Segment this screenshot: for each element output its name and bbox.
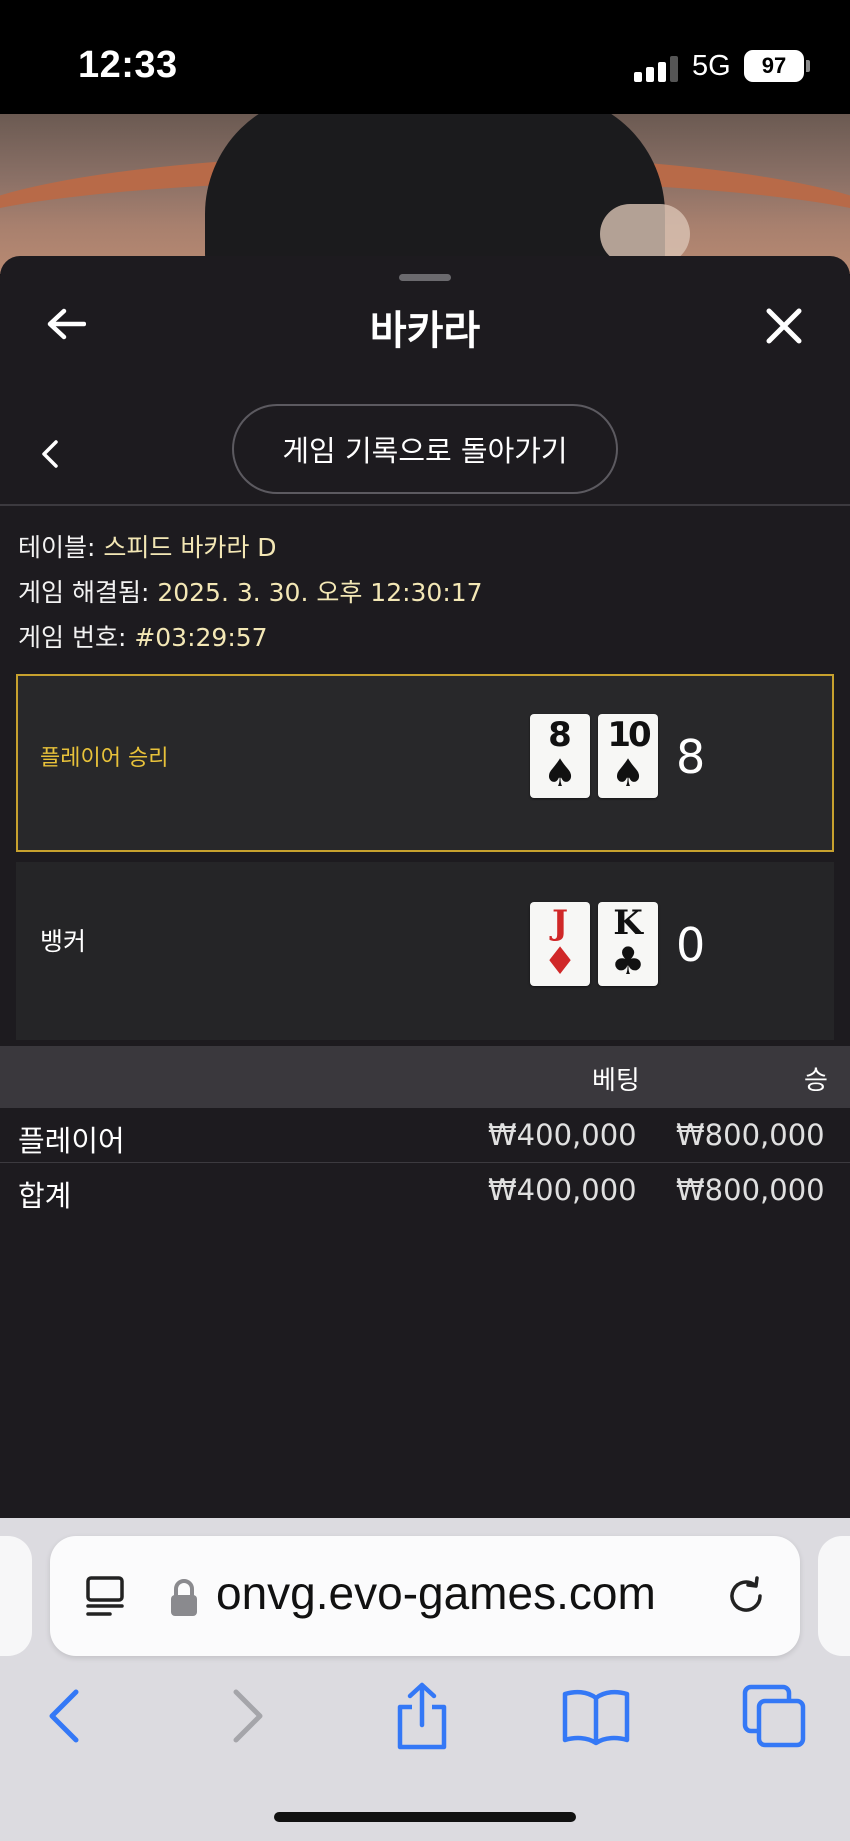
sheet-grabber[interactable] [399, 274, 451, 281]
player-result-label: 플레이어 승리 [40, 746, 169, 771]
page-title: 바카라 [369, 308, 481, 354]
banker-result: 뱅커 J ♦ K ♣ 0 [16, 862, 834, 1040]
home-indicator[interactable] [274, 1812, 576, 1822]
bet-column-header: 베팅 [592, 1066, 640, 1096]
address-bar[interactable]: onvg.evo-games.com [50, 1536, 800, 1656]
total-label: 합계 [18, 1179, 72, 1213]
spade-icon: ♠ [542, 751, 578, 795]
game-number-value: #03:29:57 [134, 623, 268, 652]
banker-result-label: 뱅커 [40, 927, 87, 956]
card-rank: 10 [607, 715, 651, 755]
back-to-history-button[interactable]: 게임 기록으로 돌아가기 [232, 404, 618, 494]
battery-tip [806, 60, 810, 72]
close-icon[interactable] [756, 298, 812, 354]
table-value: 스피드 바카라 D [103, 533, 277, 562]
player-card-1: 8 ♠ [530, 714, 590, 798]
banker-card-2: K ♣ [598, 902, 658, 986]
reload-icon[interactable] [720, 1570, 772, 1622]
player-card-2: 10 ♠ [598, 714, 658, 798]
player-score: 8 [676, 730, 706, 784]
bet-amount: ₩400,000 [488, 1118, 637, 1152]
url-text[interactable]: onvg.evo-games.com [216, 1566, 656, 1620]
resolved-info: 게임 해결됨: 2025. 3. 30. 오후 12:30:17 [18, 573, 483, 609]
table-label: 테이블: [18, 533, 96, 562]
bets-table-header: 베팅 승 [0, 1046, 850, 1108]
network-type: 5G [692, 50, 731, 82]
diamond-icon: ♦ [542, 939, 578, 983]
status-bar: 12:33 5G 97 [0, 0, 850, 114]
card-rank: K [613, 903, 643, 943]
banker-card-1: J ♦ [530, 902, 590, 986]
table-info: 테이블: 스피드 바카라 D [18, 528, 277, 564]
lock-icon [166, 1576, 202, 1620]
previous-tab-pill[interactable] [0, 1536, 32, 1656]
spade-icon: ♠ [610, 751, 646, 795]
card-rank: J [551, 903, 569, 943]
total-bet-amount: ₩400,000 [488, 1173, 637, 1207]
browser-back-icon[interactable] [26, 1678, 102, 1754]
total-win-amount: ₩800,000 [676, 1173, 825, 1207]
club-icon: ♣ [610, 939, 646, 983]
dealer-image [205, 114, 665, 274]
browser-toolbar: onvg.evo-games.com [0, 1518, 850, 1841]
game-number-label: 게임 번호: [18, 623, 127, 652]
tabs-icon[interactable] [736, 1678, 812, 1754]
game-number-info: 게임 번호: #03:29:57 [18, 618, 268, 654]
game-history-panel: 바카라 게임 기록으로 돌아가기 테이블: 스피드 바카라 D 게임 해결됨: … [0, 256, 850, 1518]
share-icon[interactable] [384, 1678, 460, 1754]
signal-icon [634, 56, 680, 82]
bet-name: 플레이어 [18, 1124, 125, 1158]
reader-mode-icon[interactable] [80, 1570, 132, 1622]
card-rank: 8 [548, 715, 572, 755]
live-video-background [0, 114, 850, 274]
banker-score: 0 [676, 918, 706, 972]
browser-forward-icon[interactable] [210, 1678, 286, 1754]
player-result: 플레이어 승리 8 ♠ 10 ♠ 8 [16, 674, 834, 852]
status-time: 12:33 [78, 44, 178, 86]
win-column-header: 승 [804, 1066, 828, 1096]
bookmarks-icon[interactable] [558, 1678, 634, 1754]
resolved-label: 게임 해결됨: [18, 578, 150, 607]
chevron-left-icon[interactable] [30, 428, 70, 480]
next-tab-pill[interactable] [818, 1536, 850, 1656]
table-row: 합계 ₩400,000 ₩800,000 [0, 1163, 850, 1217]
resolved-value: 2025. 3. 30. 오후 12:30:17 [157, 578, 483, 607]
table-row: 플레이어 ₩400,000 ₩800,000 [0, 1108, 850, 1162]
battery-icon: 97 [744, 50, 804, 82]
divider [0, 504, 850, 506]
win-amount: ₩800,000 [676, 1118, 825, 1152]
